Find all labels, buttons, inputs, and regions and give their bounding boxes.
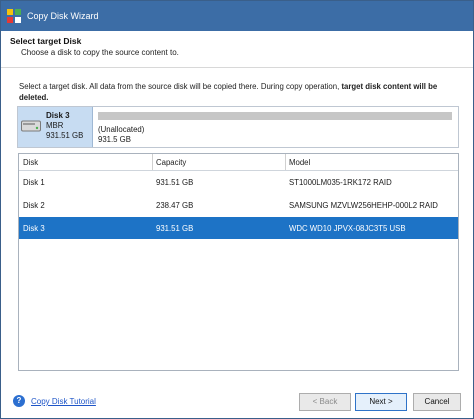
model-cell: WDC WD10 JPVX-08JC3T5 USB — [289, 224, 406, 233]
column-divider[interactable] — [285, 154, 286, 170]
disk-cell: Disk 2 — [23, 201, 45, 210]
hard-disk-icon — [21, 120, 41, 132]
partition-label: (Unallocated) — [98, 125, 145, 134]
back-button[interactable]: < Back — [299, 393, 351, 411]
disk-list-table[interactable]: Disk Capacity Model Disk 1 931.51 GB ST1… — [18, 153, 459, 371]
column-header-capacity[interactable]: Capacity — [156, 158, 186, 167]
target-disk-size: 931.51 GB — [46, 131, 84, 140]
disk-cell: Disk 1 — [23, 178, 45, 187]
capacity-cell: 931.51 GB — [156, 224, 194, 233]
table-row[interactable]: Disk 2 238.47 GB SAMSUNG MZVLW256HEHP-00… — [19, 194, 458, 216]
unallocated-partition-bar[interactable] — [98, 112, 452, 120]
target-disk-name: Disk 3 — [46, 111, 70, 120]
partition-size: 931.5 GB — [98, 135, 131, 144]
wizard-header: Select target Disk Choose a disk to copy… — [1, 31, 473, 68]
column-header-disk[interactable]: Disk — [23, 158, 38, 167]
model-cell: ST1000LM035-1RK172 RAID — [289, 178, 392, 187]
table-row-selected[interactable]: Disk 3 931.51 GB WDC WD10 JPVX-08JC3T5 U… — [19, 217, 458, 239]
warning-notice: Select a target disk. All data from the … — [19, 81, 459, 103]
copy-disk-tutorial-link[interactable]: Copy Disk Tutorial — [31, 397, 96, 406]
title-bar: Copy Disk Wizard — [1, 1, 473, 31]
help-icon[interactable]: ? — [13, 395, 25, 407]
target-disk-map[interactable]: Disk 3 MBR 931.51 GB (Unallocated) 931.5… — [17, 106, 459, 148]
capacity-cell: 238.47 GB — [156, 201, 194, 210]
app-logo-icon — [7, 9, 21, 23]
target-disk-type: MBR — [46, 121, 64, 130]
capacity-cell: 931.51 GB — [156, 178, 194, 187]
column-header-model[interactable]: Model — [289, 158, 310, 167]
model-cell: SAMSUNG MZVLW256HEHP-000L2 RAID — [289, 201, 438, 210]
page-title: Select target Disk — [10, 36, 82, 46]
next-button[interactable]: Next > — [355, 393, 407, 411]
target-disk-summary[interactable]: Disk 3 MBR 931.51 GB — [18, 107, 93, 147]
column-divider[interactable] — [152, 154, 153, 170]
table-row[interactable]: Disk 1 931.51 GB ST1000LM035-1RK172 RAID — [19, 171, 458, 193]
disk-cell: Disk 3 — [23, 224, 45, 233]
copy-disk-wizard-window: Copy Disk Wizard Select target Disk Choo… — [0, 0, 474, 419]
table-header: Disk Capacity Model — [19, 154, 458, 171]
notice-text: Select a target disk. All data from the … — [19, 82, 342, 91]
cancel-button[interactable]: Cancel — [413, 393, 461, 411]
window-title: Copy Disk Wizard — [27, 11, 99, 21]
page-subtitle: Choose a disk to copy the source content… — [21, 48, 179, 57]
